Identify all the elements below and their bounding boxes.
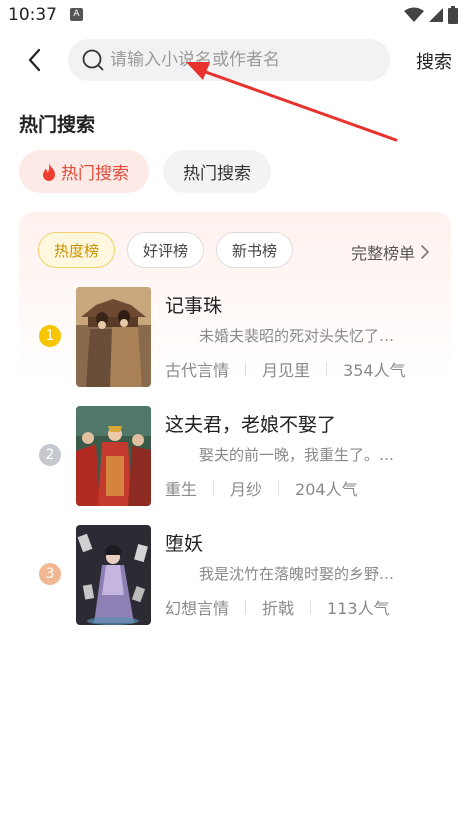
status-time: 10:37 — [8, 5, 57, 25]
tab-popularity[interactable]: 热度榜 — [38, 232, 116, 268]
book-genre: 古代言情 — [165, 361, 230, 380]
chevron-left-icon — [28, 48, 41, 72]
status-icons — [404, 6, 458, 24]
chip-label: 热门搜索 — [183, 164, 251, 184]
fire-icon — [41, 162, 57, 182]
ranking-tabs: 热度榜 好评榜 新书榜 — [38, 232, 294, 268]
book-description: 我是沈竹在落魄时娶的乡野… — [199, 565, 395, 583]
notification-icon: A — [70, 8, 83, 21]
book-title: 这夫君，老娘不娶了 — [165, 414, 337, 436]
book-meta: 重生 月纱 204人气 — [165, 476, 358, 500]
book-meta: 古代言情 月见里 354人气 — [165, 357, 406, 381]
hot-search-chip-active[interactable]: 热门搜索 — [19, 150, 149, 193]
divider — [310, 600, 312, 614]
book-author: 折戟 — [262, 599, 295, 618]
battery-icon — [448, 6, 458, 24]
search-button[interactable]: 搜索 — [416, 48, 452, 74]
ranking-card: 热度榜 好评榜 新书榜 完整榜单 1 记事珠 未婚夫裴昭的死对头失忆了… 古代言… — [19, 212, 451, 642]
book-meta: 幻想言情 折戟 113人气 — [165, 595, 390, 619]
rank-number: 3 — [39, 563, 61, 585]
search-icon — [82, 49, 104, 71]
full-list-label: 完整榜单 — [350, 244, 415, 263]
book-title: 堕妖 — [165, 533, 204, 555]
book-cover — [76, 406, 151, 506]
search-header: 搜索 — [0, 38, 470, 82]
tab-rating[interactable]: 好评榜 — [127, 232, 205, 268]
rank-number: 2 — [39, 444, 61, 466]
hot-search-chip[interactable]: 热门搜索 — [163, 150, 271, 193]
divider — [278, 481, 280, 495]
search-bar[interactable] — [68, 39, 390, 81]
book-item[interactable]: 1 记事珠 未婚夫裴昭的死对头失忆了… 古代言情 月见里 354人气 — [19, 287, 451, 387]
wifi-icon — [404, 7, 424, 22]
divider — [245, 600, 247, 614]
hot-search-title: 热门搜索 — [19, 114, 96, 136]
book-genre: 重生 — [165, 480, 198, 499]
status-bar: 10:37 A — [0, 0, 470, 34]
rank-number: 1 — [39, 325, 61, 347]
book-item[interactable]: 3 堕妖 我是沈竹在落魄时娶的乡野… 幻想言情 折戟 113人气 — [19, 525, 451, 625]
hot-search-chips: 热门搜索 热门搜索 — [19, 150, 271, 193]
signal-icon — [429, 8, 443, 22]
divider — [245, 362, 247, 376]
chevron-right-icon — [421, 245, 429, 259]
full-list-link[interactable]: 完整榜单 — [351, 240, 431, 264]
book-popularity: 113人气 — [327, 599, 390, 618]
book-author: 月纱 — [230, 480, 263, 499]
divider — [213, 481, 215, 495]
book-popularity: 204人气 — [295, 480, 358, 499]
search-input[interactable] — [110, 50, 370, 70]
book-genre: 幻想言情 — [165, 599, 230, 618]
book-author: 月见里 — [262, 361, 311, 380]
book-cover — [76, 287, 151, 387]
book-item[interactable]: 2 这夫君，老娘不娶了 娶夫的前一晚，我重生了。… 重生 月纱 204人气 — [19, 406, 451, 506]
divider — [326, 362, 328, 376]
book-popularity: 354人气 — [343, 361, 406, 380]
chip-label: 热门搜索 — [61, 164, 129, 184]
book-title: 记事珠 — [165, 295, 223, 317]
book-description: 娶夫的前一晚，我重生了。… — [199, 446, 395, 464]
book-description: 未婚夫裴昭的死对头失忆了… — [199, 327, 395, 345]
book-cover — [76, 525, 151, 625]
tab-new-books[interactable]: 新书榜 — [216, 232, 294, 268]
back-button[interactable] — [18, 44, 50, 76]
